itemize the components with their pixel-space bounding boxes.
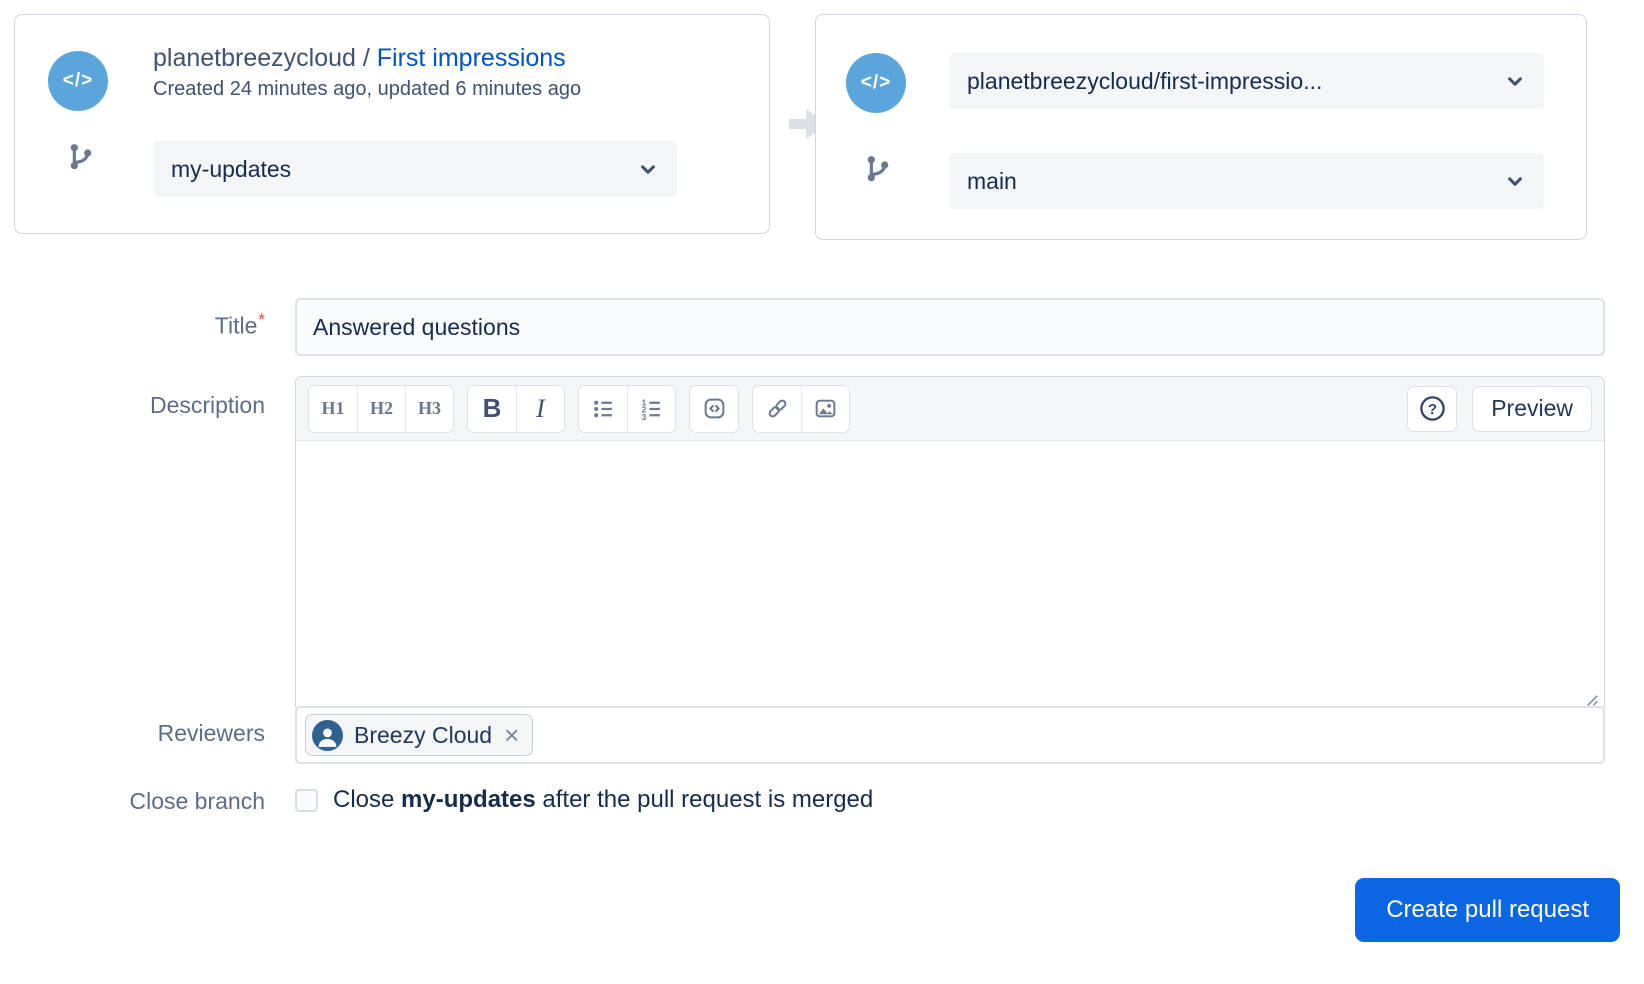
code-button-group <box>689 385 739 433</box>
image-button[interactable] <box>801 386 849 432</box>
close-branch-text: Close my-updates after the pull request … <box>333 786 873 814</box>
source-repo-avatar: </> <box>48 51 108 111</box>
heading-button-group: H1 H2 H3 <box>308 385 454 433</box>
close-branch-label: Close branch <box>0 788 265 815</box>
heading1-button[interactable]: H1 <box>309 386 357 432</box>
image-icon <box>813 396 838 421</box>
bold-button[interactable]: B <box>468 386 516 432</box>
reviewers-label: Reviewers <box>0 720 265 747</box>
question-circle-icon: ? <box>1418 394 1447 423</box>
user-icon <box>315 724 340 749</box>
create-pull-request-page: </> planetbreezycloud / First impression… <box>0 0 1644 984</box>
reviewer-avatar <box>312 720 343 751</box>
branch-icon <box>862 153 894 185</box>
source-branch-value: my-updates <box>171 156 291 183</box>
reviewer-name: Breezy Cloud <box>354 722 492 749</box>
bullet-list-icon <box>591 396 616 421</box>
destination-repo-value: planetbreezycloud/first-impressio... <box>967 68 1322 95</box>
source-repo-card: </> planetbreezycloud / First impression… <box>14 14 770 234</box>
numbered-list-button[interactable]: 1 2 3 <box>627 386 675 432</box>
code-icon <box>702 396 727 421</box>
description-label: Description <box>0 392 265 419</box>
chevron-down-icon <box>1502 68 1528 94</box>
description-editor: H1 H2 H3 B I <box>295 376 1605 712</box>
remove-reviewer-icon[interactable]: × <box>504 725 519 745</box>
heading3-button[interactable]: H3 <box>405 386 453 432</box>
source-repo-title: planetbreezycloud / First impressions <box>153 41 581 75</box>
toolbar-format-groups: H1 H2 H3 B I <box>308 385 850 433</box>
destination-repo-avatar: </> <box>846 53 906 113</box>
source-repo-owner: planetbreezycloud <box>153 44 356 72</box>
code-block-button[interactable] <box>690 386 738 432</box>
repo-title-separator: / <box>356 44 377 72</box>
code-icon: </> <box>861 72 891 94</box>
source-repo-meta: Created 24 minutes ago, updated 6 minute… <box>153 78 581 101</box>
destination-repo-select[interactable]: planetbreezycloud/first-impressio... <box>949 53 1544 109</box>
description-textarea[interactable] <box>296 441 1604 710</box>
chevron-down-icon <box>1502 168 1528 194</box>
destination-branch-select[interactable]: main <box>949 153 1544 209</box>
help-button[interactable]: ? <box>1407 386 1457 432</box>
destination-repo-card: </> planetbreezycloud/first-impressio...… <box>815 14 1587 240</box>
text-style-button-group: B I <box>467 385 565 433</box>
italic-button[interactable]: I <box>516 386 564 432</box>
reviewer-chip: Breezy Cloud × <box>305 714 533 756</box>
source-repo-link[interactable]: First impressions <box>377 44 566 72</box>
bullet-list-button[interactable] <box>579 386 627 432</box>
media-button-group <box>752 385 850 433</box>
close-branch-name: my-updates <box>401 786 536 813</box>
create-pull-request-button[interactable]: Create pull request <box>1355 878 1620 942</box>
source-branch-select[interactable]: my-updates <box>153 141 677 197</box>
editor-toolbar: H1 H2 H3 B I <box>296 377 1604 441</box>
source-repo-header: planetbreezycloud / First impressions Cr… <box>153 41 581 101</box>
svg-text:3: 3 <box>642 412 647 421</box>
link-button[interactable] <box>753 386 801 432</box>
chevron-down-icon <box>635 156 661 182</box>
heading2-button[interactable]: H2 <box>357 386 405 432</box>
close-branch-checkbox[interactable] <box>295 789 318 812</box>
destination-branch-value: main <box>967 168 1017 195</box>
title-input[interactable] <box>295 298 1605 356</box>
reviewers-input[interactable]: Breezy Cloud × <box>295 706 1605 764</box>
preview-button[interactable]: Preview <box>1472 386 1592 432</box>
title-label: Title* <box>0 310 265 340</box>
resize-grip-icon[interactable] <box>1581 689 1599 707</box>
link-icon <box>765 396 790 421</box>
code-icon: </> <box>63 70 93 92</box>
branch-icon <box>65 141 97 173</box>
required-marker: * <box>258 310 265 329</box>
list-button-group: 1 2 3 <box>578 385 676 433</box>
toolbar-right-group: ? Preview <box>1407 386 1592 432</box>
svg-text:?: ? <box>1428 401 1437 418</box>
numbered-list-icon: 1 2 3 <box>639 396 664 421</box>
